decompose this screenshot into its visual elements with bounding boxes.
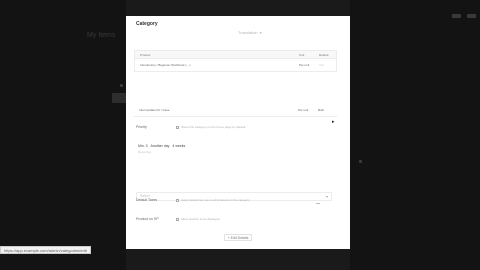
background-left-panel	[0, 0, 126, 270]
background-thumbnail	[112, 93, 126, 103]
default-taxes-checkbox-row[interactable]: Apply default tax rate to all products i…	[176, 198, 250, 202]
product-on-sp-checkbox-text: Allow product to be displayed	[181, 217, 221, 221]
column-header-unit: Unit	[299, 52, 305, 57]
column-header-default: Default	[319, 52, 329, 57]
default-taxes-checkbox[interactable]	[176, 198, 179, 202]
product-on-sp-checkbox-row[interactable]: Allow product to be displayed	[176, 217, 220, 221]
row-product-name: Introductory / Beginner Workbook (…)	[140, 63, 191, 67]
mouse-cursor-icon: ▸	[332, 119, 335, 125]
row-default: Yes	[319, 63, 324, 67]
status-bar-url: https://app.example.com/admin/categories…	[0, 246, 91, 254]
chip-min-value: Min. 3	[138, 144, 148, 148]
background-toolbar	[452, 14, 476, 18]
schedule-chip[interactable]: Min. 3 Another day 4 weeks	[138, 144, 185, 148]
background-marker	[359, 160, 362, 163]
table-header: Product Unit Default	[135, 51, 336, 59]
default-taxes-label: Default Taxes	[136, 198, 158, 202]
background-page-title: My Items	[87, 32, 116, 39]
toolbar-icon[interactable]	[452, 14, 461, 18]
row-unit: Per unit	[298, 108, 309, 112]
priority-label: Priority	[136, 125, 147, 129]
edit-details-button-label: Edit Details	[230, 235, 249, 240]
chevron-down-icon: ▾	[259, 29, 262, 35]
translation-dropdown[interactable]: Translation ▾	[238, 28, 276, 36]
priority-checkbox-text: Show this category on the home page by d…	[181, 125, 246, 129]
modal-title: Category	[136, 21, 158, 27]
row-product-name: Intermediate Kit / Case	[139, 108, 170, 112]
toolbar-icon[interactable]	[467, 14, 476, 18]
products-table: Product Unit Default Introductory / Begi…	[134, 50, 337, 72]
select-divider	[316, 203, 320, 204]
table-row[interactable]: Intermediate Kit / Case Per unit Both	[134, 104, 337, 116]
products-table-2: Intermediate Kit / Case Per unit Both	[134, 104, 337, 117]
priority-checkbox[interactable]	[176, 125, 179, 129]
row-unit: Per unit	[299, 63, 310, 67]
product-on-sp-checkbox[interactable]	[176, 217, 179, 221]
row-default: Both	[318, 108, 325, 112]
default-taxes-checkbox-text: Apply default tax rate to all products i…	[181, 198, 250, 202]
column-header-product: Product	[140, 52, 151, 57]
product-on-sp-label: Product on SP	[136, 217, 159, 221]
schedule-chip-subtext: Recurring	[138, 150, 152, 154]
background-marker	[120, 84, 123, 87]
priority-checkbox-row[interactable]: Show this category on the home page by d…	[176, 125, 245, 129]
edit-details-button[interactable]: + Edit Details	[224, 234, 252, 241]
chip-weeks-value: 4 weeks	[172, 144, 186, 148]
category-modal: Category Translation ▾ Product Unit Defa…	[126, 16, 350, 249]
chip-day-value: Another day	[150, 144, 170, 148]
chevron-down-icon: ▾	[325, 194, 328, 199]
translation-dropdown-label: Translation	[238, 29, 258, 35]
plus-icon: +	[227, 235, 230, 240]
table-row[interactable]: Introductory / Beginner Workbook (…) Per…	[135, 59, 336, 71]
background-right-panel	[350, 0, 480, 270]
